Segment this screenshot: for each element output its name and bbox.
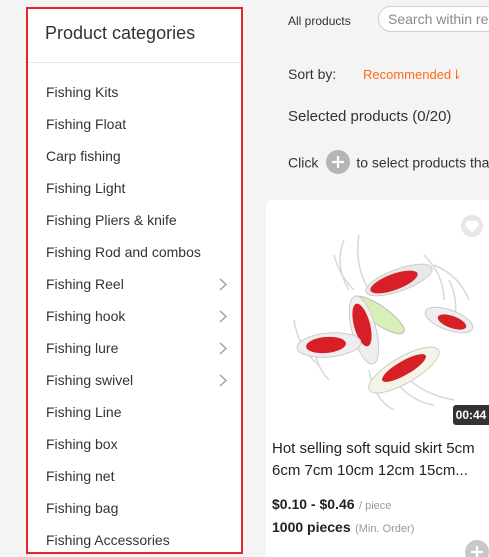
sidebar-item-label: Fishing Float — [46, 116, 127, 132]
sidebar-item[interactable]: Fishing bag — [28, 492, 241, 524]
product-card[interactable]: 00:44 Hot selling soft squid skirt 5cm 6… — [266, 200, 489, 557]
min-order-label: (Min. Order) — [355, 523, 415, 535]
sidebar-item[interactable]: Fishing Reel — [28, 268, 241, 300]
category-sidebar: Product categories Fishing Kits Fishing F… — [26, 7, 243, 554]
select-hint-suffix: to select products tha — [356, 154, 489, 171]
sidebar-item[interactable]: Fishing swivel — [28, 364, 241, 396]
sidebar-item[interactable]: Fishing Kits — [28, 76, 241, 108]
sidebar-item[interactable]: Fishing lure — [28, 332, 241, 364]
add-product-button[interactable] — [465, 540, 489, 557]
sidebar-item-label: Fishing Accessories — [46, 532, 170, 548]
sidebar-item-label: Fishing Pliers & knife — [46, 212, 177, 228]
sidebar-item[interactable]: Fishing Rod and combos — [28, 236, 241, 268]
product-image[interactable] — [274, 220, 484, 420]
selected-products-count: Selected products (0/20) — [288, 108, 452, 125]
sidebar-item-label: Fishing bag — [46, 500, 119, 516]
product-title[interactable]: Hot selling soft squid skirt 5cm 6cm 7cm… — [272, 438, 489, 482]
search-input[interactable] — [378, 6, 489, 32]
plus-circle-icon — [326, 150, 351, 174]
sidebar-item-label: Fishing box — [46, 436, 118, 452]
all-products-link[interactable]: All products — [288, 14, 351, 28]
main-area: All products Sort by: Recommended⇂ Selec… — [266, 0, 489, 557]
sidebar-item[interactable]: Fishing Light — [28, 172, 241, 204]
sidebar-item-label: Fishing Light — [46, 180, 126, 196]
sort-dropdown[interactable]: Recommended⇂ — [363, 67, 462, 83]
sidebar-item-label: Fishing Rod and combos — [46, 244, 201, 260]
sidebar-item[interactable]: Fishing Pliers & knife — [28, 204, 241, 236]
sidebar-item-label: Fishing Reel — [46, 276, 124, 292]
chevron-right-icon — [219, 268, 231, 300]
sidebar-item-label: Fishing Line — [46, 404, 122, 420]
video-duration-badge: 00:44 — [453, 405, 489, 425]
price-row: $0.10 - $0.46 / piece — [272, 496, 391, 514]
category-list: Fishing Kits Fishing Float Carp fishing Fis… — [28, 63, 241, 552]
moq-row: 1000 pieces (Min. Order) — [272, 519, 414, 537]
sidebar-item[interactable]: Fishing hook — [28, 300, 241, 332]
min-order-quantity: 1000 pieces — [272, 519, 351, 535]
select-hint-prefix: Click — [288, 154, 319, 171]
sidebar-item[interactable]: Carp fishing — [28, 140, 241, 172]
sort-label: Sort by: — [288, 66, 337, 82]
sidebar-item-label: Fishing lure — [46, 340, 119, 356]
sidebar-item-label: Fishing net — [46, 468, 115, 484]
chevron-right-icon — [219, 300, 231, 332]
sidebar-item-label: Fishing swivel — [46, 372, 134, 388]
sidebar-item-label: Fishing Kits — [46, 84, 119, 100]
sidebar-item[interactable]: Fishing box — [28, 428, 241, 460]
sidebar-item[interactable]: Fishing net — [28, 460, 241, 492]
sidebar-item-label: Carp fishing — [46, 148, 121, 164]
sidebar-item[interactable]: Fishing Accessories — [28, 524, 241, 552]
price-range: $0.10 - $0.46 — [272, 496, 355, 512]
select-hint: Click to select products tha — [288, 150, 489, 176]
sidebar-item[interactable]: Fishing Line — [28, 396, 241, 428]
price-unit: / piece — [358, 500, 392, 512]
sidebar-item[interactable]: Fishing Float — [28, 108, 241, 140]
sidebar-title: Product categories — [28, 9, 241, 63]
chevron-right-icon — [219, 332, 231, 364]
sidebar-item-label: Fishing hook — [46, 308, 126, 324]
chevron-right-icon — [219, 364, 231, 396]
